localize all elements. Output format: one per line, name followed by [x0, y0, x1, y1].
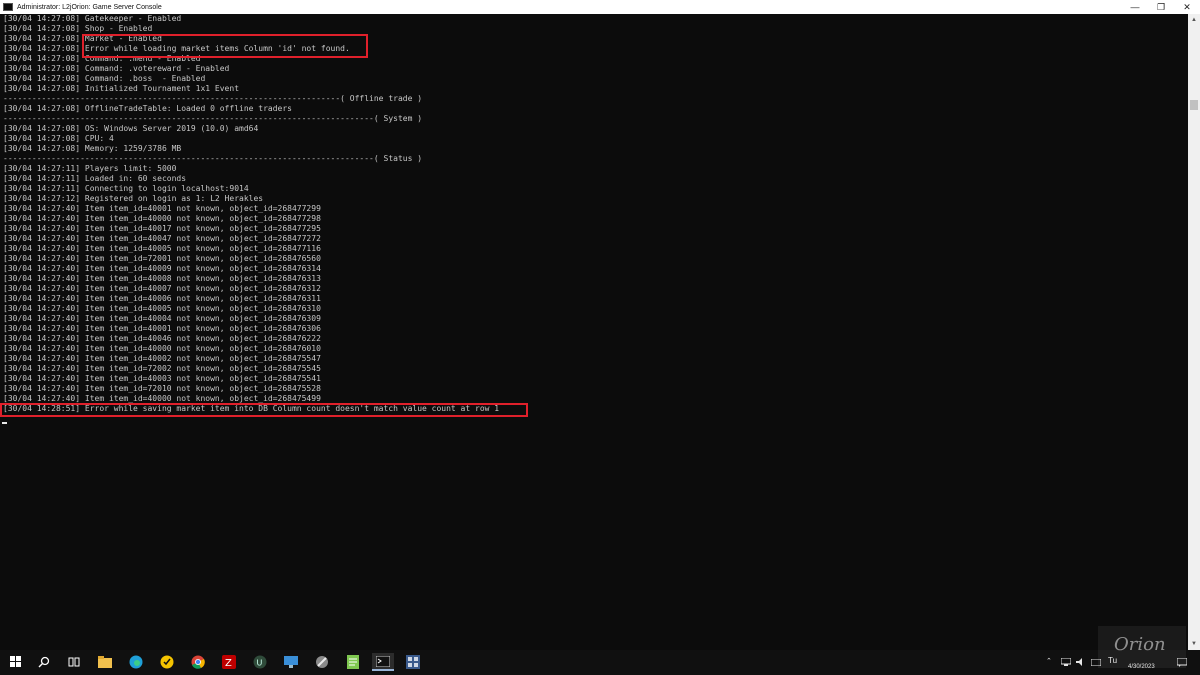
- console-line: [30/04 14:27:40] Item item_id=40001 not …: [3, 324, 321, 333]
- console-line: [30/04 14:27:40] Item item_id=40000 not …: [3, 214, 321, 223]
- console-line: [30/04 14:27:08] Command: .boss - Enable…: [3, 74, 206, 83]
- console-line: [30/04 14:27:11] Players limit: 5000: [3, 164, 177, 173]
- app-grid-icon[interactable]: [404, 653, 422, 671]
- console-line: ----------------------------------------…: [3, 154, 423, 163]
- task-view-icon[interactable]: [65, 653, 83, 671]
- console-line: [30/04 14:27:08] Memory: 1259/3786 MB: [3, 144, 182, 153]
- console-line: [30/04 14:27:40] Item item_id=40005 not …: [3, 304, 321, 313]
- console-line: [30/04 14:27:08] OS: Windows Server 2019…: [3, 124, 259, 133]
- console-line: [30/04 14:27:08] Initialized Tournament …: [3, 84, 240, 93]
- highlight-box-market-error: [82, 34, 368, 58]
- scroll-thumb[interactable]: [1190, 100, 1198, 110]
- console-line: ----------------------------------------…: [3, 114, 423, 123]
- console-output[interactable]: [30/04 14:27:08] Gatekeeper - Enabled [30…: [0, 14, 1188, 650]
- console-log: [30/04 14:27:08] Gatekeeper - Enabled [30…: [3, 14, 499, 414]
- console-line: [30/04 14:27:08] Shop - Enabled: [3, 24, 153, 33]
- console-window-icon: [3, 3, 13, 11]
- console-line: [30/04 14:27:11] Connecting to login loc…: [3, 184, 249, 193]
- vertical-scrollbar[interactable]: ▲ ▼: [1188, 14, 1200, 650]
- notepad-icon[interactable]: [344, 653, 362, 671]
- norton-icon[interactable]: [158, 653, 176, 671]
- console-line: [30/04 14:27:40] Item item_id=72002 not …: [3, 364, 321, 373]
- console-line: [30/04 14:27:40] Item item_id=72001 not …: [3, 254, 321, 263]
- tray-chevron-icon[interactable]: ⌃: [1046, 657, 1052, 665]
- console-line: [30/04 14:27:40] Item item_id=40006 not …: [3, 294, 321, 303]
- console-line: [30/04 14:27:40] Item item_id=40004 not …: [3, 314, 321, 323]
- console-line: [30/04 14:27:12] Registered on login as …: [3, 194, 264, 203]
- file-explorer-icon[interactable]: [96, 653, 114, 671]
- volume-icon[interactable]: [1075, 653, 1087, 671]
- orion-watermark: Orion: [1098, 626, 1186, 668]
- window-titlebar[interactable]: Administrator: L2jOrion: Game Server Con…: [0, 0, 1200, 14]
- network-icon[interactable]: [1060, 653, 1072, 671]
- console-line: [30/04 14:27:11] Loaded in: 60 seconds: [3, 174, 187, 183]
- text-cursor: [2, 422, 7, 424]
- search-icon[interactable]: [35, 653, 53, 671]
- console-line: ----------------------------------------…: [3, 94, 423, 103]
- chrome-icon[interactable]: [189, 653, 207, 671]
- unreal-icon[interactable]: U: [251, 653, 269, 671]
- scroll-up-icon[interactable]: ▲: [1188, 14, 1200, 26]
- console-line: [30/04 14:27:40] Item item_id=40009 not …: [3, 264, 321, 273]
- highlight-box-saving-error: [0, 403, 528, 417]
- console-line: [30/04 14:27:08] Gatekeeper - Enabled: [3, 14, 182, 23]
- console-line: [30/04 14:27:08] Command: .votereward - …: [3, 64, 230, 73]
- console-line: [30/04 14:27:40] Item item_id=40001 not …: [3, 204, 321, 213]
- close-button[interactable]: ✕: [1174, 0, 1200, 14]
- console-line: [30/04 14:27:40] Item item_id=40000 not …: [3, 344, 321, 353]
- console-line: [30/04 14:27:40] Item item_id=40017 not …: [3, 224, 321, 233]
- console-line: [30/04 14:27:40] Item item_id=40002 not …: [3, 354, 321, 363]
- tool-icon[interactable]: [313, 653, 331, 671]
- console-line: [30/04 14:27:40] Item item_id=40008 not …: [3, 274, 321, 283]
- start-icon[interactable]: [7, 653, 25, 671]
- svg-text:Z: Z: [225, 658, 232, 669]
- filezilla-icon[interactable]: Z: [220, 653, 238, 671]
- console-line: [30/04 14:27:40] Item item_id=72010 not …: [3, 384, 321, 393]
- console-line: [30/04 14:27:40] Item item_id=40005 not …: [3, 244, 321, 253]
- console-line: [30/04 14:27:40] Item item_id=40003 not …: [3, 374, 321, 383]
- remote-desktop-icon[interactable]: [282, 653, 300, 671]
- console-line: [30/04 14:27:40] Item item_id=40007 not …: [3, 284, 321, 293]
- window-controls: — ❐ ✕: [1122, 0, 1200, 14]
- console-line: [30/04 14:27:08] OfflineTradeTable: Load…: [3, 104, 292, 113]
- scroll-down-icon[interactable]: ▼: [1188, 638, 1200, 650]
- console-icon[interactable]: [372, 653, 394, 671]
- console-line: [30/04 14:27:40] Item item_id=40047 not …: [3, 234, 321, 243]
- minimize-button[interactable]: —: [1122, 0, 1148, 14]
- maximize-button[interactable]: ❐: [1148, 0, 1174, 14]
- console-line: [30/04 14:27:08] CPU: 4: [3, 134, 114, 143]
- taskbar: Z U ⌃ Tu 4/30/2023: [0, 650, 1200, 675]
- console-line: [30/04 14:27:40] Item item_id=40046 not …: [3, 334, 321, 343]
- watermark-text: Orion: [1114, 634, 1166, 655]
- edge-icon[interactable]: [127, 653, 145, 671]
- svg-text:U: U: [257, 659, 263, 668]
- window-title: Administrator: L2jOrion: Game Server Con…: [17, 3, 162, 11]
